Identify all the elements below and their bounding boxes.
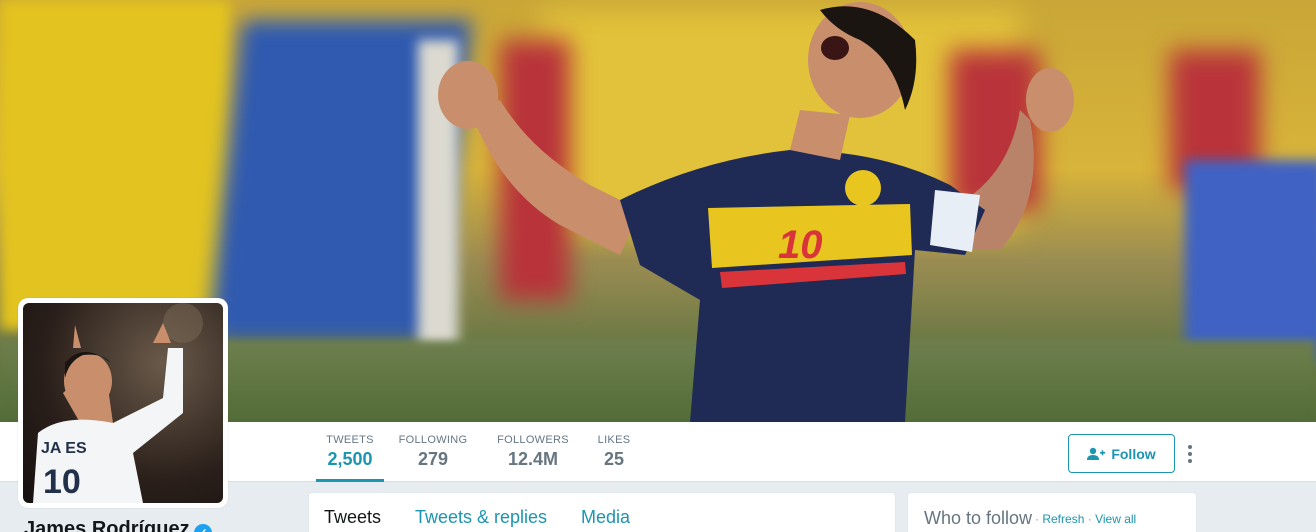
stat-tweets[interactable]: TWEETS 2,500: [316, 422, 384, 482]
separator: ·: [1087, 512, 1092, 526]
avatar-photo: JA ES 10: [23, 303, 223, 503]
stat-value: 25: [603, 449, 625, 469]
user-plus-icon: [1087, 447, 1106, 460]
stat-value: 12.4M: [507, 449, 559, 469]
profile-avatar[interactable]: JA ES 10: [18, 298, 228, 508]
stat-label: TWEETS: [326, 434, 374, 446]
refresh-link[interactable]: Refresh: [1042, 512, 1084, 526]
stat-value: 279: [417, 449, 449, 469]
who-to-follow-panel: Who to follow · Refresh · View all: [907, 492, 1197, 532]
verified-badge-icon: ✓: [193, 524, 212, 532]
stat-label: FOLLOWERS: [497, 434, 569, 446]
follow-label: Follow: [1111, 445, 1156, 462]
stat-followers[interactable]: FOLLOWERS 12.4M: [494, 422, 572, 482]
profile-name[interactable]: James Rodríguez✓: [24, 518, 212, 532]
profile-page: 10 JA ES 10 TWEETS 2,500 FOLLOWING 279 F…: [0, 0, 1316, 532]
svg-text:10: 10: [778, 223, 823, 267]
timeline-tabs: Tweets Tweets & replies Media: [308, 492, 896, 532]
more-options-icon[interactable]: [1180, 440, 1200, 468]
who-to-follow-title: Who to follow: [924, 508, 1033, 528]
stat-label: LIKES: [597, 434, 631, 446]
stat-value: 2,500: [327, 449, 373, 469]
tab-tweets[interactable]: Tweets: [324, 507, 381, 528]
svg-text:JA ES: JA ES: [41, 440, 87, 457]
stat-likes[interactable]: LIKES 25: [594, 422, 634, 482]
tab-tweets-and-replies[interactable]: Tweets & replies: [415, 507, 547, 528]
who-to-follow-links: · Refresh · View all: [1035, 512, 1136, 526]
tab-media[interactable]: Media: [581, 507, 630, 528]
profile-name-text: James Rodríguez: [24, 518, 190, 532]
view-all-link[interactable]: View all: [1095, 512, 1136, 526]
separator: ·: [1035, 512, 1039, 526]
svg-text:10: 10: [43, 463, 81, 501]
stat-following[interactable]: FOLLOWING 279: [396, 422, 470, 482]
follow-button[interactable]: Follow: [1068, 434, 1175, 473]
stat-label: FOLLOWING: [398, 434, 468, 446]
